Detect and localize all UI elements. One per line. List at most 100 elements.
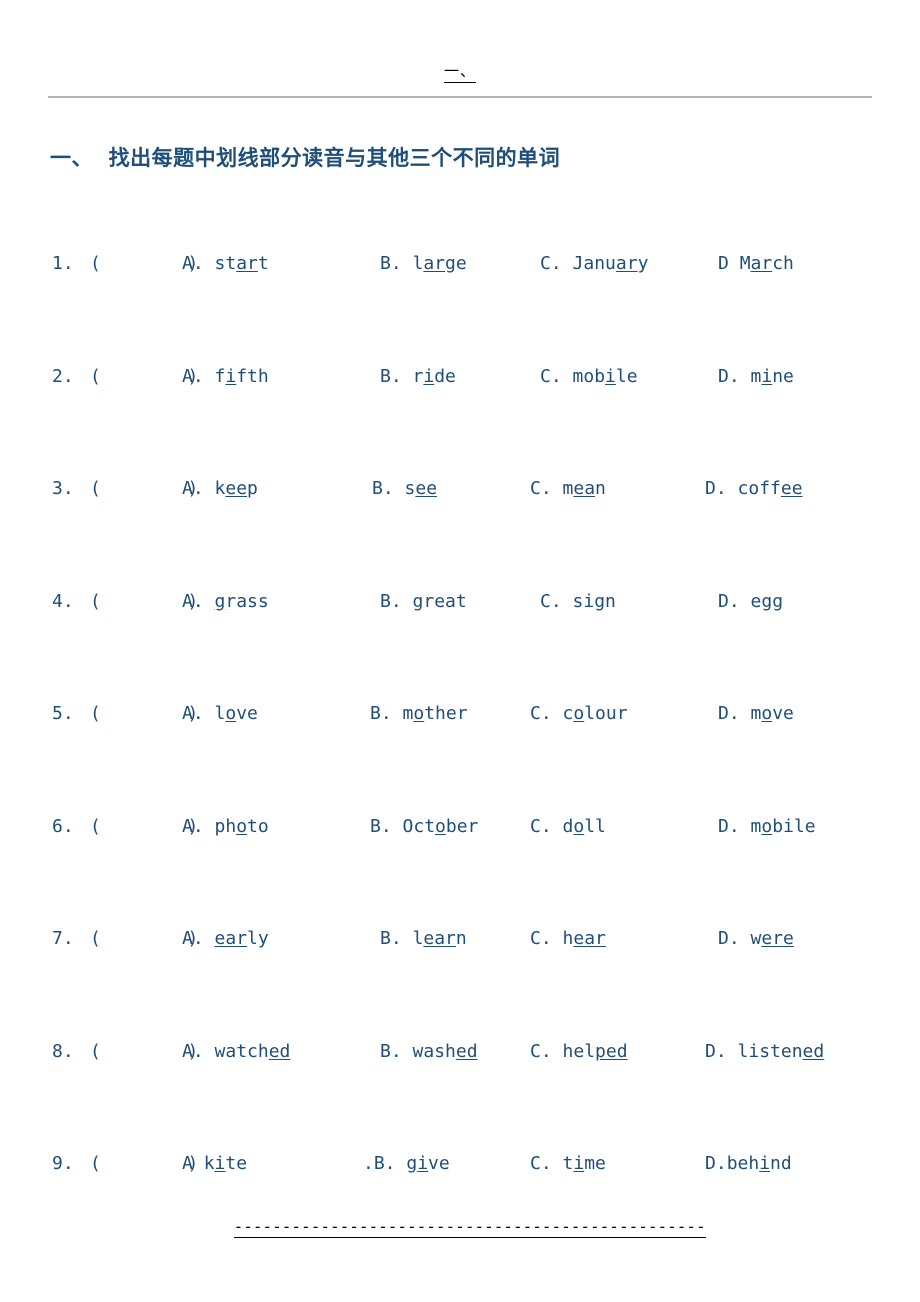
- option-label: C.: [530, 478, 563, 499]
- option-word-suffix: ne: [772, 365, 794, 387]
- question-number: 6.: [52, 815, 74, 837]
- answer-option[interactable]: B. washed: [380, 1040, 478, 1064]
- answer-option[interactable]: B. mother: [370, 702, 468, 726]
- answer-option[interactable]: D. were: [718, 927, 794, 951]
- underlined-sound-part: i: [759, 1153, 771, 1174]
- option-label: C.: [530, 815, 563, 837]
- underlined-sound-part: g: [214, 590, 226, 612]
- answer-option[interactable]: B. see: [372, 477, 437, 501]
- option-word-suffix: nd: [770, 1153, 792, 1174]
- underlined-sound-part: i: [214, 1153, 226, 1174]
- answer-option[interactable]: .B. give: [363, 1152, 450, 1176]
- underlined-sound-part: ear: [573, 928, 606, 949]
- answer-option[interactable]: D.behind: [705, 1152, 792, 1176]
- option-word-prefix: sign: [572, 590, 616, 612]
- answer-option[interactable]: B. large: [380, 252, 467, 276]
- option-label: A.: [182, 365, 215, 387]
- question-row: 5.( ) A. love B. mother C. colour D. move: [0, 702, 920, 815]
- option-word-prefix: m: [750, 815, 762, 837]
- answer-option[interactable]: D. mine: [718, 365, 794, 389]
- question-number: 3.: [52, 478, 74, 499]
- answer-option[interactable]: A. start: [182, 252, 269, 276]
- underlined-sound-part: o: [761, 815, 773, 837]
- underlined-sound-part: i: [225, 365, 237, 387]
- option-label: A.: [182, 478, 215, 499]
- answer-option[interactable]: C. helped: [530, 1040, 628, 1064]
- header-section-mark: 一、: [0, 62, 920, 83]
- answer-option[interactable]: D March: [718, 252, 794, 276]
- option-label: B.: [380, 253, 413, 274]
- option-word-suffix: bile: [772, 815, 816, 837]
- answer-option[interactable]: A kite: [182, 1152, 247, 1176]
- answer-option[interactable]: B. learn: [380, 927, 467, 951]
- answer-option[interactable]: A. grass: [182, 590, 269, 614]
- underlined-sound-part: ee: [780, 478, 803, 499]
- option-label: D.: [705, 1040, 738, 1062]
- answer-option[interactable]: C. doll: [530, 815, 606, 839]
- option-label: D.: [705, 478, 738, 499]
- option-label: D.: [705, 1153, 727, 1174]
- option-label: C.: [530, 1040, 563, 1062]
- answer-option[interactable]: D. coffee: [705, 477, 803, 501]
- question-number: 5.: [52, 703, 74, 724]
- option-word-suffix: y: [637, 253, 649, 274]
- answer-option[interactable]: B. October: [370, 815, 478, 839]
- answer-option[interactable]: A. fifth: [182, 365, 269, 389]
- option-word-suffix: n: [595, 478, 606, 499]
- option-word-prefix: r: [412, 365, 424, 387]
- answer-option[interactable]: C. mean: [530, 477, 606, 501]
- answer-option[interactable]: D. mobile: [718, 815, 816, 839]
- answer-option[interactable]: A. photo: [182, 815, 269, 839]
- option-label: A.: [182, 1040, 215, 1062]
- answer-option[interactable]: A. keep: [182, 477, 258, 501]
- option-label: D.: [718, 703, 751, 724]
- answer-option[interactable]: B. great: [380, 590, 467, 614]
- answer-option[interactable]: D. listened: [705, 1040, 824, 1064]
- option-word-suffix: ther: [424, 703, 468, 724]
- question-row: 6.( ) A. photo B. October C. doll D. mobile: [0, 815, 920, 928]
- answer-option[interactable]: A. early: [182, 927, 269, 951]
- question-list: 1.( ) A. start B. large C. January D March 2.…: [0, 252, 920, 1265]
- answer-option[interactable]: B. ride: [380, 365, 456, 389]
- underlined-sound-part: o: [236, 815, 248, 837]
- page-title: 一、 找出每题中划线部分读音与其他三个不同的单词: [50, 145, 561, 170]
- question-row: 7.( ) A. early B. learn C. hear D. were: [0, 927, 920, 1040]
- option-word-prefix: m: [562, 478, 574, 499]
- answer-option[interactable]: A. watched: [182, 1040, 290, 1064]
- option-word-suffix: t: [257, 253, 269, 274]
- question-number: 1.: [52, 253, 74, 274]
- option-label: A.: [182, 590, 215, 612]
- answer-option[interactable]: C. mobile: [540, 365, 638, 389]
- option-word-suffix: lour: [584, 703, 628, 724]
- option-word-prefix: m: [750, 703, 762, 724]
- answer-option[interactable]: D. egg: [718, 590, 783, 614]
- question-row: 8.( ) A. watched B. washed C. helped D. list…: [0, 1040, 920, 1153]
- option-word-suffix: rass: [225, 590, 269, 612]
- header-divider: [48, 96, 872, 98]
- answer-option[interactable]: A. love: [182, 702, 258, 726]
- option-word-prefix: c: [562, 703, 574, 724]
- option-label: B.: [380, 365, 413, 387]
- option-word-prefix: f: [214, 365, 226, 387]
- answer-option[interactable]: C. time: [530, 1152, 606, 1176]
- option-label: D.: [718, 815, 751, 837]
- option-word-suffix: ve: [428, 1153, 450, 1174]
- option-label: B.: [380, 1040, 413, 1062]
- option-word-prefix: l: [412, 253, 424, 274]
- answer-option[interactable]: C. colour: [530, 702, 628, 726]
- underlined-sound-part: ere: [761, 928, 794, 949]
- question-number: 4.: [52, 590, 74, 612]
- option-word-prefix: hel: [562, 1040, 596, 1062]
- answer-option[interactable]: C. hear: [530, 927, 606, 951]
- option-label: A.: [182, 928, 215, 949]
- answer-option[interactable]: D. move: [718, 702, 794, 726]
- option-word-suffix: ll: [584, 815, 606, 837]
- option-word-prefix: watch: [214, 1040, 269, 1062]
- underlined-sound-part: i: [417, 1153, 429, 1174]
- question-number: 7.: [52, 928, 74, 949]
- page-header: 一、: [0, 0, 920, 100]
- option-label: B.: [370, 815, 403, 837]
- option-word-prefix: k: [203, 1153, 215, 1174]
- answer-option[interactable]: C. January: [540, 252, 648, 276]
- answer-option[interactable]: C. sign: [540, 590, 616, 614]
